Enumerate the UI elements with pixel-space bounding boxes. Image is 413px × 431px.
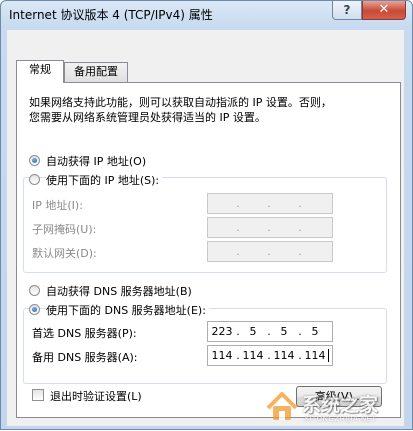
alternate-dns-label: 备用 DNS 服务器(A): xyxy=(32,351,138,364)
tab-general[interactable]: 常规 xyxy=(16,60,64,83)
preferred-dns-label: 首选 DNS 服务器(P): xyxy=(32,327,137,340)
tab-alternate-config-label: 备用配置 xyxy=(74,65,118,78)
validate-on-exit-checkbox[interactable] xyxy=(32,389,44,401)
preferred-dns-octet-4[interactable]: 5 xyxy=(303,325,327,338)
validate-on-exit-label[interactable]: 退出时验证设置(L) xyxy=(50,388,142,404)
manual-dns-label[interactable]: 使用下面的 DNS 服务器地址(E): xyxy=(46,302,209,318)
description-line-1: 如果网络支持此功能，则可以获取自动指派的 IP 设置。否则， xyxy=(29,96,332,109)
text-caret xyxy=(328,349,329,362)
subnet-mask-label: 子网掩码(U): xyxy=(32,223,97,236)
window-title: Internet 协议版本 4 (TCP/IPv4) 属性 xyxy=(9,8,213,22)
tab-panel-general: 如果网络支持此功能，则可以获取自动指派的 IP 设置。否则， 您需要从网络系统管… xyxy=(16,82,401,418)
preferred-dns-octet-3[interactable]: 5 xyxy=(272,325,296,338)
alternate-dns-octet-3[interactable]: 114 xyxy=(272,349,296,362)
close-icon: ✕ xyxy=(378,2,390,17)
auto-dns-radio[interactable] xyxy=(29,285,40,296)
default-gateway-input: . . . xyxy=(207,241,333,262)
title-bar[interactable]: Internet 协议版本 4 (TCP/IPv4) 属性 ? ✕ xyxy=(1,1,412,29)
close-button[interactable]: ✕ xyxy=(362,1,406,20)
alternate-dns-input[interactable]: 114 . 114 . 114 . 114 xyxy=(207,345,333,366)
auto-dns-label[interactable]: 自动获得 DNS 服务器地址(B) xyxy=(46,283,192,299)
auto-ip-label[interactable]: 自动获得 IP 地址(O) xyxy=(46,153,146,169)
subnet-mask-input: . . . xyxy=(207,217,333,238)
help-icon: ? xyxy=(343,3,351,17)
manual-dns-radio[interactable] xyxy=(29,304,40,315)
watermark-logo: 系统之家 XITONGZHIJIA.NET xyxy=(262,384,410,428)
preferred-dns-input[interactable]: 223 . 5 . 5 . 5 xyxy=(207,321,333,342)
alternate-dns-octet-2[interactable]: 114 xyxy=(241,349,265,362)
watermark-text: 系统之家 xyxy=(302,394,379,416)
preferred-dns-octet-1[interactable]: 223 xyxy=(210,325,234,338)
default-gateway-label: 默认网关(D): xyxy=(32,247,97,260)
tab-alternate-config[interactable]: 备用配置 xyxy=(64,62,128,82)
alternate-dns-octet-4[interactable]: 114 xyxy=(303,349,327,362)
ip-address-label: IP 地址(I): xyxy=(32,199,83,212)
manual-ip-radio[interactable] xyxy=(29,174,40,185)
tab-general-label: 常规 xyxy=(29,63,51,76)
description-line-2: 您需要从网络系统管理员处获得适当的 IP 设置。 xyxy=(29,111,266,124)
preferred-dns-octet-2[interactable]: 5 xyxy=(241,325,265,338)
dialog-client-area: 常规 备用配置 如果网络支持此功能，则可以获取自动指派的 IP 设置。否则， 您… xyxy=(7,30,404,426)
ip-address-input: . . . xyxy=(207,193,333,214)
help-button[interactable]: ? xyxy=(332,1,362,20)
watermark-subtext: XITONGZHIJIA.NET xyxy=(304,415,377,423)
auto-ip-radio[interactable] xyxy=(29,155,40,166)
alternate-dns-octet-1[interactable]: 114 xyxy=(210,349,234,362)
manual-ip-label[interactable]: 使用下面的 IP 地址(S): xyxy=(46,172,163,188)
